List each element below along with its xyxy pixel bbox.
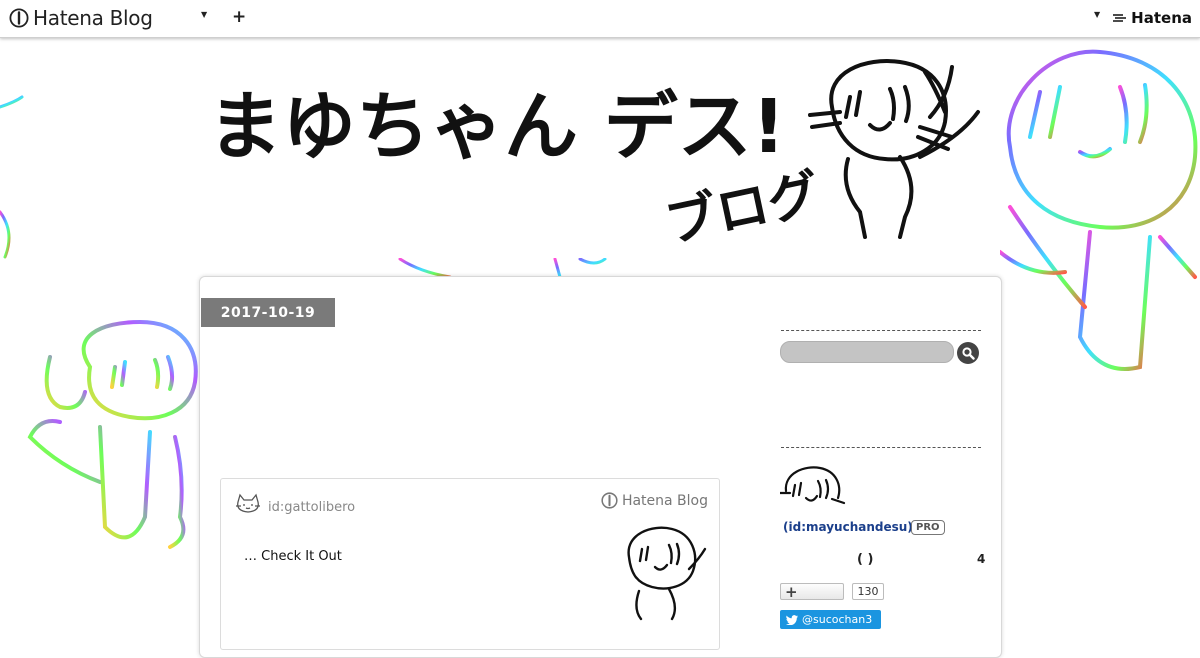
chevron-down-icon[interactable]: ▼ <box>201 10 207 19</box>
blog-subtitle: ブログ <box>660 164 825 255</box>
plus-icon: + <box>785 583 798 601</box>
blog-title: まゆちゃん デス! <box>208 84 786 170</box>
embed-link-text[interactable]: … Check It Out <box>244 549 342 564</box>
twitter-bird-icon <box>786 614 798 625</box>
search-icon <box>961 346 975 360</box>
twitter-handle: @sucochan3 <box>802 613 873 626</box>
blog-header-banner[interactable]: まゆちゃん デス! ブログ <box>200 37 1000 258</box>
follow-button[interactable]: + <box>780 583 844 600</box>
hatena-logo-icon <box>1113 14 1127 22</box>
reader-label: ( ) <box>857 552 874 567</box>
plus-icon[interactable]: + <box>232 7 246 27</box>
hatena-blog-logo-icon <box>601 492 618 509</box>
profile-avatar[interactable] <box>780 463 846 515</box>
search-input[interactable] <box>780 341 954 363</box>
embedded-blog-card[interactable]: id:gattolibero Hatena Blog … Check It Ou… <box>220 478 720 650</box>
banner-illustration: まゆちゃん デス! ブログ <box>208 59 980 255</box>
cat-thumbnail <box>627 526 707 621</box>
brand-name: Hatena Blog <box>33 6 153 30</box>
hatena-label: Hatena <box>1131 9 1192 27</box>
hatena-link[interactable]: Hatena <box>1112 9 1192 27</box>
hatena-blog-home-link[interactable]: Hatena Blog <box>9 6 153 30</box>
hatena-blog-logo-icon <box>9 8 29 28</box>
embed-user-id: id:gattolibero <box>268 499 356 515</box>
divider <box>781 330 981 331</box>
entry-date[interactable]: 2017-10-19 <box>201 298 335 327</box>
follower-count[interactable]: 130 <box>852 583 884 600</box>
account-menu-chevron-down-icon[interactable]: ▼ <box>1094 10 1100 19</box>
twitter-follow-button[interactable]: @sucochan3 <box>780 610 881 629</box>
reader-count: 4 <box>977 552 986 566</box>
embed-brand-name: Hatena Blog <box>621 492 708 509</box>
divider <box>781 447 981 448</box>
profile-id-link[interactable]: (id:mayuchandesu) <box>783 520 913 534</box>
main-column: 2017-10-19 id:gattolibero Hatena Blog … … <box>200 277 750 657</box>
sidebar: (id:mayuchandesu) PRO ( ) 4 + 130 @sucoc… <box>751 277 1001 657</box>
search-button[interactable] <box>957 342 979 364</box>
global-header: Hatena Blog ▼ + ▼ Hatena <box>0 0 1200 38</box>
pro-badge: PRO <box>911 520 945 535</box>
cat-avatar-icon <box>236 493 260 513</box>
cat-drawing <box>808 59 980 239</box>
embed-brand[interactable]: Hatena Blog <box>601 492 708 509</box>
content-panel: 2017-10-19 id:gattolibero Hatena Blog … … <box>199 276 1002 658</box>
embed-user[interactable]: id:gattolibero <box>235 493 355 517</box>
